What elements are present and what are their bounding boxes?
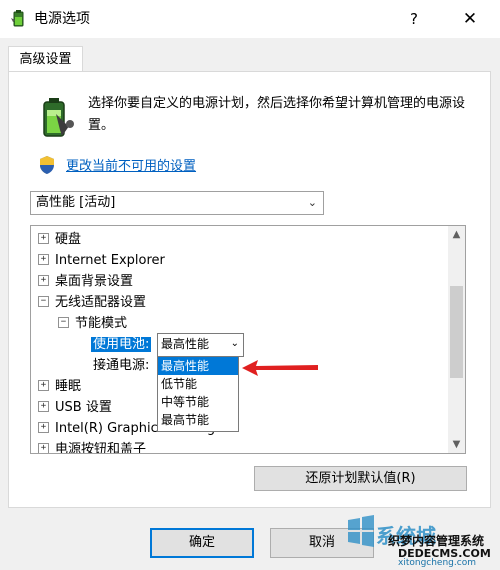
help-button[interactable]: ? bbox=[396, 6, 432, 32]
annotation-arrow bbox=[242, 360, 318, 376]
tree-item-label: 节能模式 bbox=[75, 316, 128, 331]
expand-icon[interactable]: + bbox=[38, 401, 49, 412]
battery-mode-select[interactable]: 最高性能 ⌄ bbox=[157, 333, 244, 357]
expand-icon[interactable]: + bbox=[38, 422, 49, 433]
tree-item-label: 睡眠 bbox=[55, 379, 82, 394]
power-plan-select[interactable]: 高性能 [活动] ⌄ bbox=[30, 191, 324, 215]
expand-icon[interactable]: + bbox=[38, 233, 49, 244]
expand-icon[interactable]: + bbox=[38, 380, 49, 391]
scroll-up-icon[interactable]: ▲ bbox=[448, 226, 465, 243]
dropdown-option[interactable]: 最高节能 bbox=[158, 411, 238, 429]
title-bar: 电源选项 ? ✕ bbox=[0, 0, 500, 38]
tree-item-label: 硬盘 bbox=[55, 232, 82, 247]
tree-item-plugged-in[interactable]: 接通电源: bbox=[93, 355, 149, 376]
tree-item-desktop-background[interactable]: + 桌面背景设置 bbox=[38, 271, 133, 292]
tab-advanced-settings[interactable]: 高级设置 bbox=[8, 46, 83, 72]
settings-tree[interactable]: + 硬盘 + Internet Explorer + 桌面背景设置 − 无线适配器设置 … bbox=[30, 225, 466, 454]
window-title: 电源选项 bbox=[34, 11, 90, 27]
tree-item-power-saving-mode[interactable]: − 节能模式 bbox=[58, 313, 127, 334]
battery-mode-dropdown: 最高性能 低节能 中等节能 最高节能 bbox=[157, 356, 239, 432]
tree-item-hard-disk[interactable]: + 硬盘 bbox=[38, 229, 81, 250]
battery-mode-value: 最高性能 bbox=[161, 337, 210, 351]
power-plan-value: 高性能 [活动] bbox=[36, 195, 116, 210]
expand-icon[interactable]: + bbox=[38, 443, 49, 453]
close-button[interactable]: ✕ bbox=[448, 6, 492, 32]
collapse-icon[interactable]: − bbox=[58, 317, 69, 328]
power-battery-icon bbox=[43, 98, 74, 137]
scroll-down-icon[interactable]: ▼ bbox=[448, 436, 465, 453]
dropdown-option[interactable]: 最高性能 bbox=[158, 357, 238, 375]
power-options-icon bbox=[11, 10, 24, 27]
tree-item-on-battery[interactable]: 使用电池: bbox=[91, 334, 152, 355]
tree-item-wireless-adapter[interactable]: − 无线适配器设置 bbox=[38, 292, 146, 313]
description-text: 选择你要自定义的电源计划，然后选择你希望计算机管理的电源设置。 bbox=[88, 96, 466, 133]
plugged-in-label: 接通电源: bbox=[93, 358, 150, 373]
chevron-down-icon: ⌄ bbox=[230, 338, 239, 349]
tree-item-sleep[interactable]: + 睡眠 bbox=[38, 376, 81, 397]
on-battery-label: 使用电池: bbox=[91, 337, 152, 352]
scroll-thumb[interactable] bbox=[450, 286, 463, 378]
tree-item-label: 电源按钮和盖子 bbox=[55, 442, 147, 454]
tree-item-usb-settings[interactable]: + USB 设置 bbox=[38, 397, 112, 418]
tree-item-label: USB 设置 bbox=[55, 400, 112, 415]
expand-icon[interactable]: + bbox=[38, 275, 49, 286]
shield-icon bbox=[40, 156, 54, 174]
tree-scrollbar[interactable]: ▲ ▼ bbox=[448, 226, 465, 453]
watermark-text: xitongcheng.com bbox=[398, 558, 476, 568]
ok-button[interactable]: 确定 bbox=[150, 528, 254, 558]
restore-defaults-button[interactable]: 还原计划默认值(R) bbox=[254, 466, 467, 491]
tree-item-label: 无线适配器设置 bbox=[55, 295, 147, 310]
dropdown-option[interactable]: 低节能 bbox=[158, 375, 238, 393]
collapse-icon[interactable]: − bbox=[38, 296, 49, 307]
tree-item-internet-explorer[interactable]: + Internet Explorer bbox=[38, 250, 165, 271]
tree-item-label: Internet Explorer bbox=[55, 253, 165, 268]
dropdown-option[interactable]: 中等节能 bbox=[158, 393, 238, 411]
chevron-down-icon: ⌄ bbox=[307, 196, 317, 209]
change-settings-link[interactable]: 更改当前不可用的设置 bbox=[66, 158, 196, 176]
watermark-logo-icon bbox=[348, 515, 374, 547]
expand-icon[interactable]: + bbox=[38, 254, 49, 265]
tree-item-label: 桌面背景设置 bbox=[55, 274, 134, 289]
tree-item-power-buttons-lid[interactable]: + 电源按钮和盖子 bbox=[38, 439, 147, 454]
